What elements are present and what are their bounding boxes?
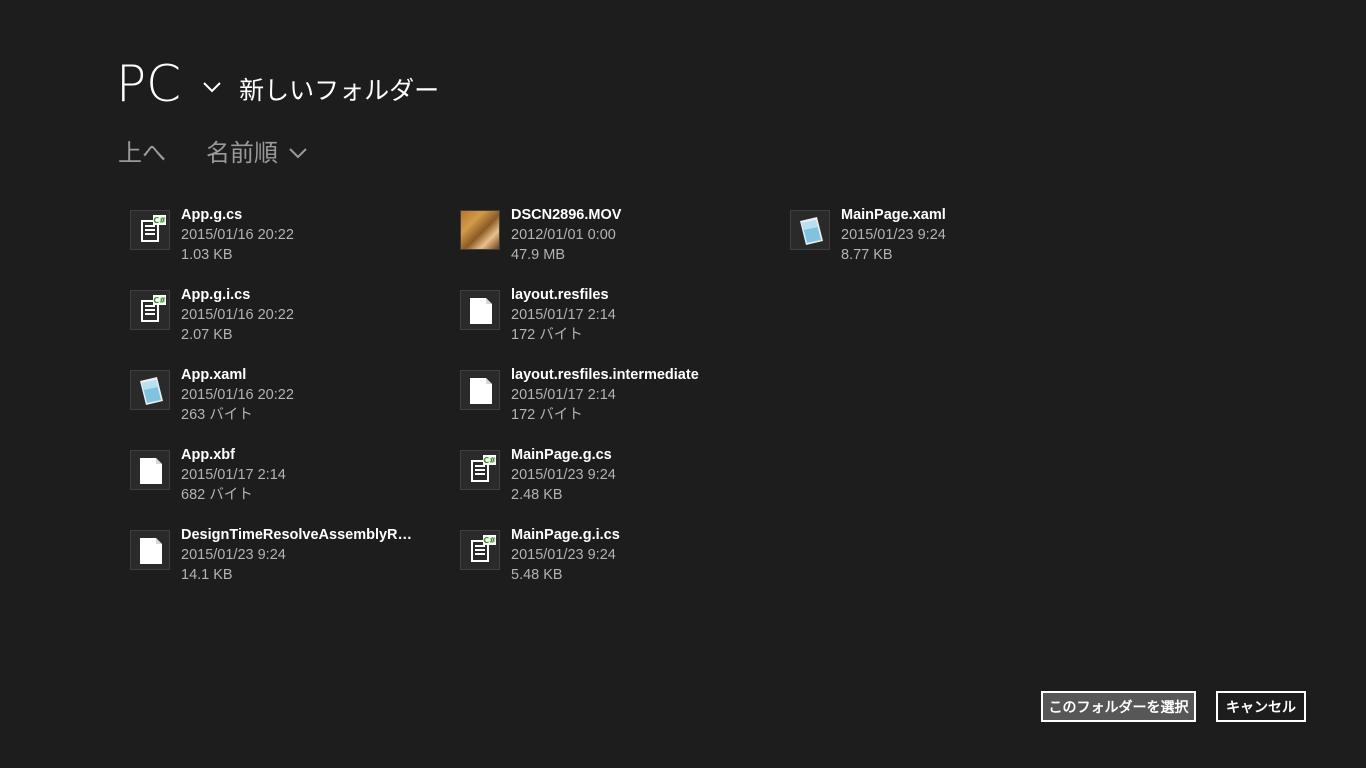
folder-name: 新しいフォルダー [239, 76, 440, 105]
file-date: 2015/01/23 9:24 [841, 227, 946, 243]
video-thumbnail [460, 210, 500, 250]
file-item[interactable]: App.xbf 2015/01/17 2:14 682 バイト [130, 445, 450, 525]
file-name: App.g.i.cs [181, 287, 251, 303]
file-size: 263 バイト [181, 407, 253, 423]
file-date: 2015/01/16 20:22 [181, 307, 294, 323]
file-size: 2.07 KB [181, 327, 233, 343]
csharp-file-icon: C# [130, 290, 170, 330]
csharp-file-icon: C# [130, 210, 170, 250]
file-date: 2015/01/17 2:14 [511, 387, 616, 403]
file-name: layout.resfiles.intermediate [511, 367, 699, 383]
file-name: layout.resfiles [511, 287, 609, 303]
select-folder-button[interactable]: このフォルダーを選択 [1041, 691, 1196, 722]
file-name: App.g.cs [181, 207, 243, 223]
file-item[interactable]: layout.resfiles 2015/01/17 2:14 172 バイト [460, 285, 780, 365]
subnav: 上へ 名前順 [118, 132, 308, 168]
file-item[interactable]: C# MainPage.g.cs 2015/01/23 9:24 2.48 KB [460, 445, 780, 525]
file-date: 2015/01/16 20:22 [181, 227, 294, 243]
file-item[interactable]: App.xaml 2015/01/16 20:22 263 バイト [130, 365, 450, 445]
file-item[interactable]: C# App.g.cs 2015/01/16 20:22 1.03 KB [130, 205, 450, 285]
cancel-button[interactable]: キャンセル [1216, 691, 1306, 722]
file-item[interactable]: MainPage.xaml 2015/01/23 9:24 8.77 KB [790, 205, 1110, 285]
chevron-down-icon [289, 148, 307, 159]
blank-file-icon [460, 370, 500, 410]
file-size: 14.1 KB [181, 567, 233, 583]
up-button[interactable]: 上へ [118, 133, 166, 168]
svg-text:C#: C# [483, 456, 496, 465]
file-size: 47.9 MB [511, 247, 565, 263]
file-name: App.xbf [181, 447, 235, 463]
folder-picker: PC 新しいフォルダー 上へ 名前順 C# App.g.cs 2015/01/1… [0, 0, 1366, 768]
sort-label: 名前順 [206, 138, 278, 167]
file-name: MainPage.g.i.cs [511, 527, 620, 543]
file-item[interactable]: DSCN2896.MOV 2012/01/01 0:00 47.9 MB [460, 205, 780, 285]
xaml-file-icon [130, 370, 170, 410]
header: PC 新しいフォルダー [116, 52, 439, 112]
file-date: 2015/01/23 9:24 [181, 547, 286, 563]
file-item[interactable]: layout.resfiles.intermediate 2015/01/17 … [460, 365, 780, 445]
blank-file-icon [130, 450, 170, 490]
blank-file-icon [460, 290, 500, 330]
file-size: 682 バイト [181, 487, 253, 503]
file-item[interactable]: C# App.g.i.cs 2015/01/16 20:22 2.07 KB [130, 285, 450, 365]
csharp-file-icon: C# [460, 530, 500, 570]
svg-text:C#: C# [153, 216, 166, 225]
csharp-file-icon: C# [460, 450, 500, 490]
svg-text:C#: C# [153, 296, 166, 305]
blank-file-icon [130, 530, 170, 570]
file-name: MainPage.xaml [841, 207, 946, 223]
file-name: DesignTimeResolveAssemblyR… [181, 527, 413, 543]
file-column: C# App.g.cs 2015/01/16 20:22 1.03 KB C# … [130, 205, 450, 605]
file-size: 5.48 KB [511, 567, 563, 583]
file-name: MainPage.g.cs [511, 447, 612, 463]
chevron-down-icon[interactable] [201, 76, 223, 98]
file-size: 2.48 KB [511, 487, 563, 503]
file-column: DSCN2896.MOV 2012/01/01 0:00 47.9 MB lay… [460, 205, 780, 605]
file-item[interactable]: C# MainPage.g.i.cs 2015/01/23 9:24 5.48 … [460, 525, 780, 605]
file-grid: C# App.g.cs 2015/01/16 20:22 1.03 KB C# … [130, 205, 1130, 625]
file-date: 2015/01/17 2:14 [511, 307, 616, 323]
file-name: DSCN2896.MOV [511, 207, 622, 223]
file-size: 172 バイト [511, 407, 583, 423]
file-size: 1.03 KB [181, 247, 233, 263]
file-date: 2015/01/16 20:22 [181, 387, 294, 403]
file-size: 172 バイト [511, 327, 583, 343]
file-item[interactable]: DesignTimeResolveAssemblyR… 2015/01/23 9… [130, 525, 450, 605]
xaml-file-icon [790, 210, 830, 250]
file-date: 2015/01/23 9:24 [511, 547, 616, 563]
location-title[interactable]: PC [116, 56, 181, 112]
svg-text:C#: C# [483, 536, 496, 545]
sort-dropdown[interactable]: 名前順 [206, 133, 308, 168]
file-name: App.xaml [181, 367, 247, 383]
file-column: MainPage.xaml 2015/01/23 9:24 8.77 KB [790, 205, 1110, 285]
file-date: 2015/01/17 2:14 [181, 467, 286, 483]
file-date: 2015/01/23 9:24 [511, 467, 616, 483]
file-date: 2012/01/01 0:00 [511, 227, 616, 243]
file-size: 8.77 KB [841, 247, 893, 263]
